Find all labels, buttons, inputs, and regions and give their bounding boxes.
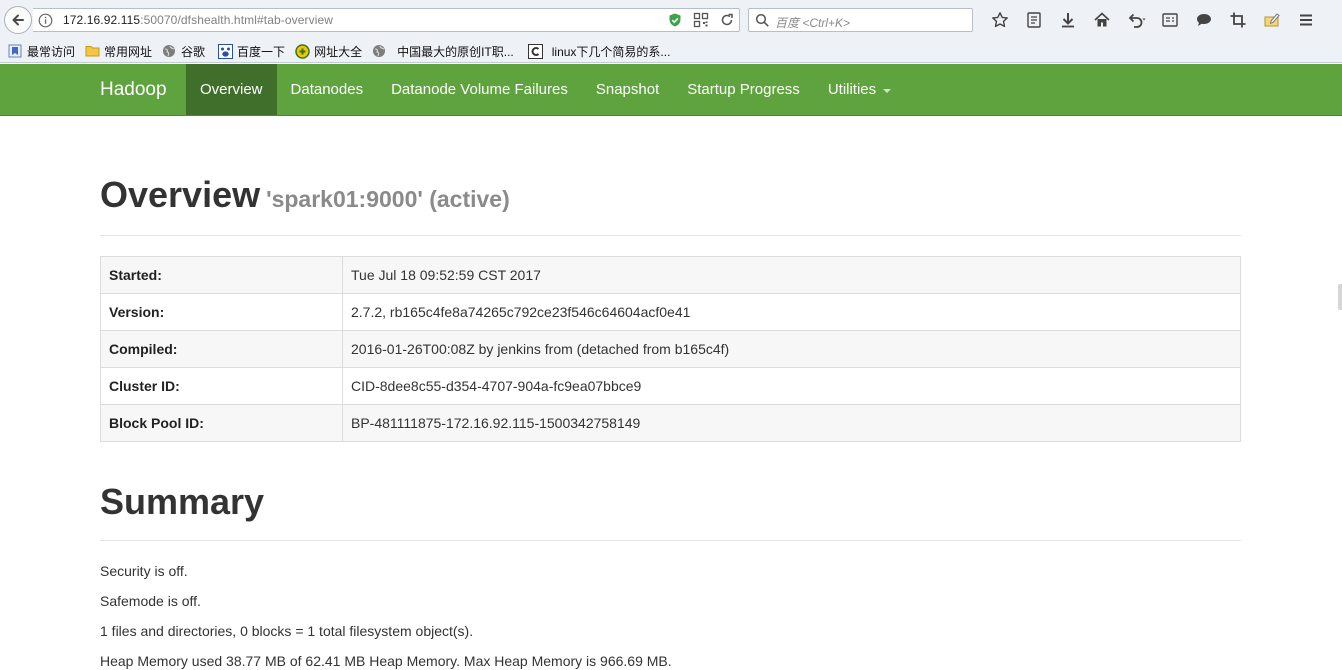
summary-list: Security is off. Safemode is off. 1 file… [100, 562, 672, 670]
address-bar[interactable]: 172.16.92.115:50070/dfshealth.html#tab-o… [33, 8, 740, 32]
table-row: Compiled: 2016-01-26T00:08Z by jenkins f… [100, 330, 1241, 368]
browser-toolbar: 172.16.92.115:50070/dfshealth.html#tab-o… [0, 0, 1342, 40]
folder-icon [84, 43, 100, 59]
search-input[interactable]: 百度 <Ctrl+K> [748, 8, 973, 32]
table-row: Cluster ID: CID-8dee8c55-d354-4707-904a-… [100, 367, 1241, 405]
bookmark-label: 最常访问 [27, 44, 76, 59]
scrollbar-handle[interactable] [1338, 284, 1342, 310]
star-bookmark-icon[interactable] [983, 9, 1017, 31]
bookmark-label: 百度一下 [237, 44, 286, 59]
overview-title: Overview [100, 174, 261, 215]
hadoop-navbar: Hadoop Overview Datanodes Datanode Volum… [0, 64, 1342, 116]
menu-icon[interactable] [1289, 9, 1323, 31]
search-placeholder: 百度 <Ctrl+K> [775, 16, 851, 30]
url-path: :50070/dfshealth.html#tab-overview [140, 13, 334, 27]
url-host: 172.16.92.115 [63, 13, 141, 27]
home-icon[interactable] [1085, 9, 1119, 31]
bookmark-label: 中国最大的原创IT职... [397, 44, 514, 59]
bookmark-label: 谷歌 [181, 44, 206, 59]
row-value: BP-481111875-172.16.92.115-1500342758149 [342, 404, 1241, 442]
bookmark-star-icon [7, 43, 23, 59]
caret-down-icon [883, 88, 892, 93]
url-text[interactable]: 172.16.92.115:50070/dfshealth.html#tab-o… [63, 13, 333, 27]
table-row: Block Pool ID: BP-481111875-172.16.92.11… [100, 404, 1241, 442]
row-label: Cluster ID: [100, 367, 343, 405]
summary-line-safemode: Safemode is off. [100, 593, 201, 609]
summary-header: Summary [100, 478, 1241, 541]
tab-snapshot[interactable]: Snapshot [582, 64, 673, 115]
hao123-icon [294, 43, 310, 59]
namenode-address: 'spark01:9000' (active) [266, 186, 510, 212]
tab-datanodes[interactable]: Datanodes [277, 64, 378, 115]
site-info-icon[interactable] [38, 13, 53, 33]
row-label: Block Pool ID: [100, 404, 343, 442]
tab-startup-progress[interactable]: Startup Progress [673, 64, 814, 115]
note-edit-icon[interactable] [1255, 9, 1289, 31]
qr-code-icon[interactable] [693, 12, 709, 33]
table-row: Started: Tue Jul 18 09:52:59 CST 2017 [100, 256, 1241, 294]
row-label: Started: [100, 256, 343, 294]
row-label: Compiled: [100, 330, 343, 368]
bookmark-label: linux下几个简易的系... [551, 44, 671, 59]
bookmark-item[interactable]: 最常访问 [7, 43, 75, 60]
nav-tabs: Overview Datanodes Datanode Volume Failu… [186, 64, 905, 115]
row-value: CID-8dee8c55-d354-4707-904a-fc9ea07bbce9 [342, 367, 1241, 405]
reading-list-icon[interactable] [1017, 9, 1051, 31]
c-logo-icon [528, 43, 544, 59]
back-arrow-icon [12, 14, 24, 26]
row-label: Version: [100, 293, 343, 331]
globe-icon [371, 43, 387, 59]
back-button[interactable] [4, 6, 32, 34]
page-title: Overview'spark01:9000' (active) [100, 174, 510, 216]
table-row: Version: 2.7.2, rb165c4fe8a74265c792ce23… [100, 293, 1241, 331]
overview-header: Overview'spark01:9000' (active) [100, 172, 1241, 236]
bookmark-item[interactable]: 中国最大的原创IT职... [371, 43, 514, 60]
chat-bubble-icon[interactable] [1187, 9, 1221, 31]
bookmark-item[interactable]: 网址大全 [294, 43, 362, 60]
bookmark-item[interactable]: linux下几个简易的系... [528, 43, 671, 60]
search-icon [755, 13, 770, 33]
tab-utilities[interactable]: Utilities [814, 64, 905, 115]
brand-logo[interactable]: Hadoop [100, 79, 167, 101]
bookmark-item[interactable]: 百度一下 [217, 43, 285, 60]
bookmark-label: 网址大全 [314, 44, 363, 59]
shield-icon[interactable] [667, 12, 683, 33]
baidu-paw-icon [217, 43, 233, 59]
bookmark-item[interactable]: 常用网址 [84, 43, 152, 60]
tab-overview[interactable]: Overview [186, 64, 277, 115]
browser-tools [983, 9, 1323, 31]
tab-datanode-volume-failures[interactable]: Datanode Volume Failures [377, 64, 582, 115]
summary-line-objects: 1 files and directories, 0 blocks = 1 to… [100, 623, 474, 639]
bookmark-item[interactable]: 谷歌 [161, 43, 205, 60]
summary-line-security: Security is off. [100, 563, 188, 579]
tab-utilities-label: Utilities [827, 81, 877, 98]
reload-icon[interactable] [719, 12, 735, 33]
bookmarks-toolbar: 最常访问 常用网址 谷歌 百度一下 网址大全 中国最大的原创IT职... lin… [0, 40, 1342, 63]
row-value: 2.7.2, rb165c4fe8a74265c792ce23f546c6460… [342, 293, 1241, 331]
row-value: Tue Jul 18 09:52:59 CST 2017 [342, 256, 1241, 294]
reader-mode-icon[interactable] [1153, 9, 1187, 31]
undo-icon[interactable] [1119, 9, 1153, 31]
summary-title: Summary [100, 481, 265, 522]
overview-table: Started: Tue Jul 18 09:52:59 CST 2017 Ve… [100, 256, 1241, 442]
download-icon[interactable] [1051, 9, 1085, 31]
crop-screenshot-icon[interactable] [1221, 9, 1255, 31]
row-value: 2016-01-26T00:08Z by jenkins from (detac… [342, 330, 1241, 368]
globe-icon [161, 43, 177, 59]
bookmark-label: 常用网址 [104, 44, 153, 59]
summary-line-heap: Heap Memory used 38.77 MB of 62.41 MB He… [100, 653, 672, 669]
